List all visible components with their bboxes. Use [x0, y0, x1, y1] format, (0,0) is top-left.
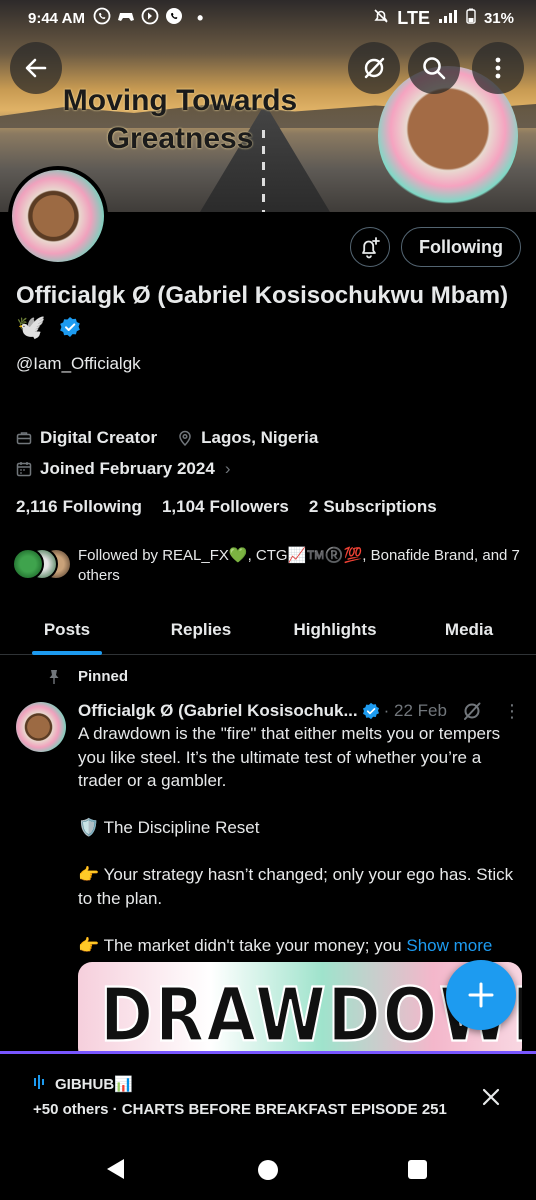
banner-title-line2: Greatness [106, 122, 254, 155]
post-date[interactable]: · 22 Feb [384, 701, 447, 721]
space-subtitle: +50 others · CHARTS BEFORE BREAKFAST EPI… [33, 1101, 447, 1118]
profile-joined: Joined February 2024 [40, 459, 215, 478]
gamepad-icon [117, 7, 135, 29]
followers-label: Followers [209, 497, 289, 516]
subscriptions-count: 2 [308, 497, 319, 516]
verified-badge-icon [362, 702, 379, 720]
following-label: Following [62, 497, 142, 516]
nav-back-icon[interactable] [107, 1159, 124, 1179]
close-space-button[interactable] [476, 1082, 506, 1112]
followers-count: 1,104 [161, 497, 205, 516]
verified-badge-icon[interactable] [59, 316, 81, 338]
battery-icon [466, 8, 476, 28]
briefcase-icon [16, 432, 32, 445]
following-count: 2,116 [16, 497, 58, 516]
more-button[interactable] [472, 42, 524, 94]
subscriptions-label: Subscriptions [323, 497, 437, 516]
profile-name: Officialgk Ø (Gabriel Kosisochukwu Mbam)… [16, 280, 516, 344]
nav-home-icon[interactable] [258, 1160, 278, 1180]
following-button[interactable]: Following [401, 227, 521, 267]
notifications-bell-button[interactable] [350, 227, 390, 267]
status-notification-icons: • [93, 7, 203, 29]
battery-level: 31% [483, 9, 514, 27]
dot-icon: • [196, 7, 204, 28]
pinned-indicator: Pinned [46, 668, 128, 685]
banner-title: Moving Towards Greatness [40, 82, 320, 158]
show-more-link[interactable]: Show more [406, 936, 492, 955]
tab-posts[interactable]: Posts [0, 605, 134, 654]
profile-handle: @Iam_Officialgk [16, 354, 141, 373]
location-pin-icon [179, 430, 191, 446]
status-time: 9:44 AM [28, 9, 85, 27]
chevron-right-icon: › [224, 459, 231, 478]
status-right: LTE 31% [373, 8, 514, 29]
calendar-icon [16, 462, 32, 477]
signal-icon [438, 9, 458, 27]
post-paragraph: 👉 The market didn't take your money; you… [78, 934, 526, 958]
followed-by-avatars [12, 546, 74, 580]
space-host-row: GIBHUB📊 [33, 1074, 133, 1094]
more-vertical-icon [495, 57, 501, 79]
post-paragraph: A drawdown is the "fire" that either mel… [78, 724, 501, 790]
pin-icon [49, 669, 59, 684]
search-button[interactable] [408, 42, 460, 94]
post-text[interactable]: A drawdown is the "fire" that either mel… [78, 722, 526, 957]
close-icon [482, 1088, 500, 1106]
alarm-off-icon [373, 8, 389, 28]
profile-joined-row[interactable]: Joined February 2024 › [16, 459, 230, 479]
profile-meta-row: Digital Creator Lagos, Nigeria [16, 428, 318, 448]
search-icon [423, 57, 446, 80]
nav-recents-icon[interactable] [408, 1160, 427, 1179]
profile-counts: 2,116 Following 1,104 Followers 2 Subscript… [16, 497, 437, 517]
back-button[interactable] [10, 42, 62, 94]
post-more-icon[interactable]: ⋮ [503, 701, 521, 722]
media-icon [141, 7, 159, 29]
post-paragraph: 🛡️ The Discipline Reset [78, 818, 260, 837]
post-header: Officialgk Ø (Gabriel Kosisochuk... · 22… [78, 700, 528, 722]
banner-title-line1: Moving Towards [62, 84, 298, 117]
profile-category: Digital Creator [40, 428, 158, 447]
tab-replies[interactable]: Replies [134, 605, 268, 654]
followed-by-row[interactable]: Followed by REAL_FX💚, CTG📈™️®️💯, Bonafid… [12, 546, 522, 586]
profile-tabs: Posts Replies Highlights Media [0, 605, 536, 655]
whatsapp-icon [93, 7, 111, 29]
network-type: LTE [397, 7, 430, 28]
tab-highlights[interactable]: Highlights [268, 605, 402, 654]
compose-button[interactable] [446, 960, 516, 1030]
grok-button[interactable] [348, 42, 400, 94]
grok-icon [364, 57, 385, 79]
status-bar: 9:44 AM • LTE 31% [0, 0, 536, 36]
followed-by-text: Followed by REAL_FX💚, CTG📈™️®️💯, Bonafid… [78, 547, 520, 584]
post-paragraph: 👉 Your strategy hasn’t changed; only you… [78, 865, 514, 908]
bell-plus-icon [362, 237, 380, 259]
grok-icon[interactable] [461, 700, 483, 722]
audio-waveform-icon [33, 1074, 51, 1094]
arrow-left-icon [25, 58, 47, 78]
following-count-link[interactable]: 2,116 Following [16, 497, 142, 517]
pinned-label: Pinned [78, 668, 129, 685]
live-space-bar[interactable]: GIBHUB📊 +50 others · CHARTS BEFORE BREAK… [0, 1051, 536, 1141]
followers-count-link[interactable]: 1,104 Followers [162, 497, 289, 517]
post-paragraph-text: 👉 The market didn't take your money; you [78, 935, 402, 955]
system-nav-bar [0, 1141, 536, 1200]
space-host-name: GIBHUB📊 [55, 1076, 133, 1093]
profile-location: Lagos, Nigeria [201, 428, 319, 447]
tab-media[interactable]: Media [402, 605, 536, 654]
subscriptions-count-link[interactable]: 2 Subscriptions [309, 497, 437, 517]
whatsapp-icon [165, 7, 183, 29]
plus-icon [468, 982, 494, 1008]
profile-avatar[interactable] [8, 166, 108, 266]
post-author-avatar[interactable] [16, 702, 66, 752]
profile-name-text: Officialgk Ø (Gabriel Kosisochukwu Mbam)… [16, 282, 509, 341]
post-author-name[interactable]: Officialgk Ø (Gabriel Kosisochuk... [78, 701, 358, 721]
follower-avatar [12, 548, 44, 580]
